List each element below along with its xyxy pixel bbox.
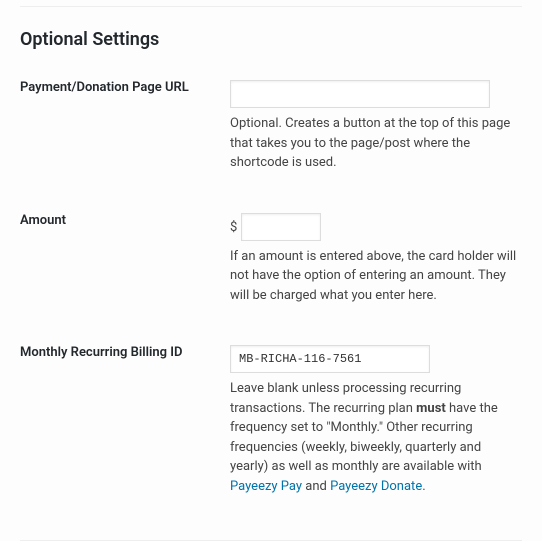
recurring-id-label: Monthly Recurring Billing ID [20,345,230,536]
page-url-description: Optional. Creates a button at the top of… [230,114,522,173]
amount-input[interactable] [241,213,321,241]
amount-label: Amount [20,213,230,346]
top-divider [20,6,522,7]
currency-symbol: $ [230,220,237,235]
page-url-input[interactable] [230,80,490,108]
section-title: Optional Settings [20,29,522,50]
amount-description: If an amount is entered above, the card … [230,247,522,306]
recurring-id-input[interactable] [230,345,430,373]
payeezy-pay-link[interactable]: Payeezy Pay [230,479,302,494]
recurring-id-description: Leave blank unless processing recurring … [230,379,522,496]
payeezy-donate-link[interactable]: Payeezy Donate [330,479,422,494]
page-url-label: Payment/Donation Page URL [20,80,230,213]
settings-table: Payment/Donation Page URL Optional. Crea… [20,80,522,536]
